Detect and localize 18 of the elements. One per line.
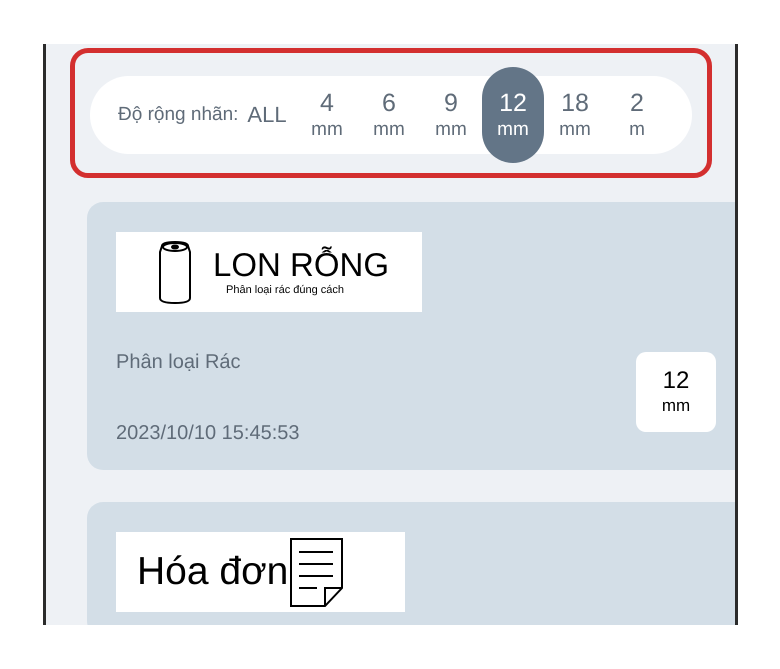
width-option[interactable]: 2 m bbox=[606, 67, 668, 163]
width-option[interactable]: 4 mm bbox=[296, 67, 358, 163]
width-option[interactable]: 12 mm bbox=[482, 67, 544, 163]
label-card[interactable]: Hóa đơn bbox=[87, 502, 735, 625]
label-subtitle: Phân loại rác đúng cách bbox=[226, 283, 346, 297]
label-card[interactable]: LON RỖNG Phân loại rác đúng cách Phân loại Rác 2023/10/10 15:45:53 12 mm bbox=[87, 202, 735, 470]
width-option[interactable]: 9 mm bbox=[420, 67, 482, 163]
label-title: Hóa đơn bbox=[137, 554, 288, 590]
label-date: 2023/10/10 15:45:53 bbox=[116, 421, 300, 445]
can-icon bbox=[157, 240, 193, 304]
width-badge: 12 mm bbox=[636, 352, 716, 432]
label-title: LON RỖNG bbox=[213, 247, 390, 283]
filter-label: Độ rộng nhãn: bbox=[118, 103, 240, 127]
label-name: Phân loại Rác bbox=[116, 350, 242, 374]
document-icon bbox=[290, 538, 344, 606]
width-option[interactable]: 6 mm bbox=[358, 67, 420, 163]
width-option[interactable]: ALL bbox=[242, 67, 292, 163]
width-option[interactable]: 18 mm bbox=[544, 67, 606, 163]
